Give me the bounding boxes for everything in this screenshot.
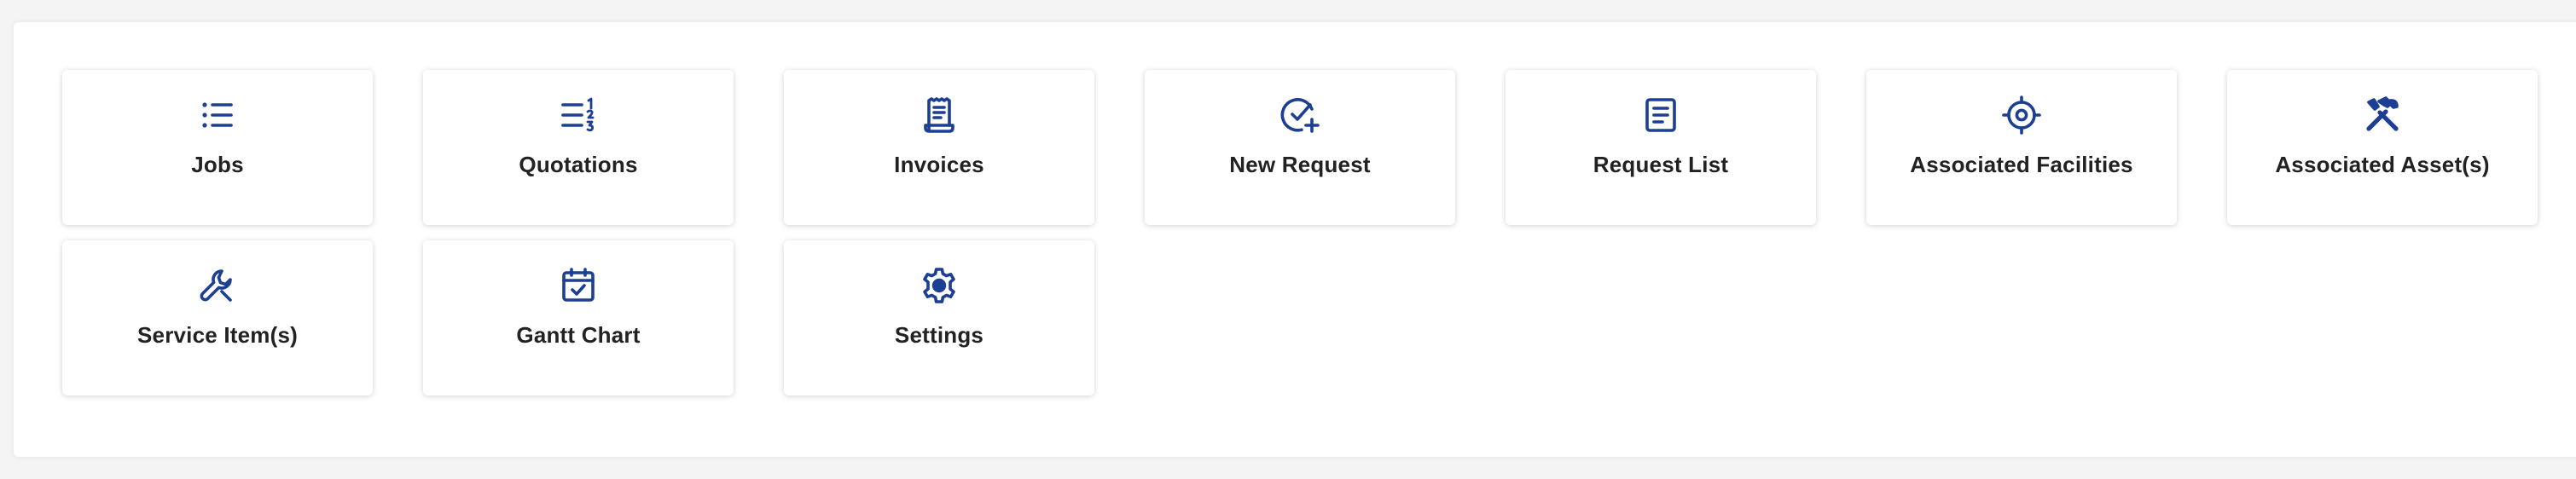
tile-jobs[interactable]: Jobs bbox=[62, 70, 373, 225]
tile-gantt-chart[interactable]: Gantt Chart bbox=[423, 240, 734, 395]
tile-label: Associated Asset(s) bbox=[2275, 152, 2490, 177]
tile-label: Settings bbox=[894, 322, 984, 348]
list-icon bbox=[196, 94, 239, 136]
menu-grid: Jobs Quotations Invoices New Request Req… bbox=[62, 70, 2538, 395]
tile-request-list[interactable]: Request List bbox=[1506, 70, 1816, 225]
tile-label: Request List bbox=[1593, 152, 1729, 177]
wrench-icon bbox=[196, 264, 239, 307]
tile-label: Jobs bbox=[191, 152, 244, 177]
tile-label: Gantt Chart bbox=[516, 322, 641, 348]
tile-associated-assets[interactable]: Associated Asset(s) bbox=[2227, 70, 2538, 225]
tile-associated-facilities[interactable]: Associated Facilities bbox=[1866, 70, 2177, 225]
calendar-check-icon bbox=[557, 264, 600, 307]
numbered-list-icon bbox=[557, 94, 600, 136]
tile-invoices[interactable]: Invoices bbox=[784, 70, 1094, 225]
receipt-icon bbox=[918, 94, 960, 136]
target-icon bbox=[2000, 94, 2043, 136]
tile-label: Associated Facilities bbox=[1910, 152, 2133, 177]
tile-settings[interactable]: Settings bbox=[784, 240, 1094, 395]
tile-label: New Request bbox=[1229, 152, 1371, 177]
gear-icon bbox=[918, 264, 960, 307]
tile-label: Quotations bbox=[519, 152, 638, 177]
tile-new-request[interactable]: New Request bbox=[1145, 70, 1455, 225]
menu-panel: Jobs Quotations Invoices New Request Req… bbox=[14, 22, 2576, 457]
document-list-icon bbox=[1639, 94, 1682, 136]
tile-label: Service Item(s) bbox=[137, 322, 298, 348]
tile-quotations[interactable]: Quotations bbox=[423, 70, 734, 225]
check-plus-icon bbox=[1279, 94, 1321, 136]
tile-service-items[interactable]: Service Item(s) bbox=[62, 240, 373, 395]
tools-icon bbox=[2361, 94, 2404, 136]
tile-label: Invoices bbox=[894, 152, 984, 177]
